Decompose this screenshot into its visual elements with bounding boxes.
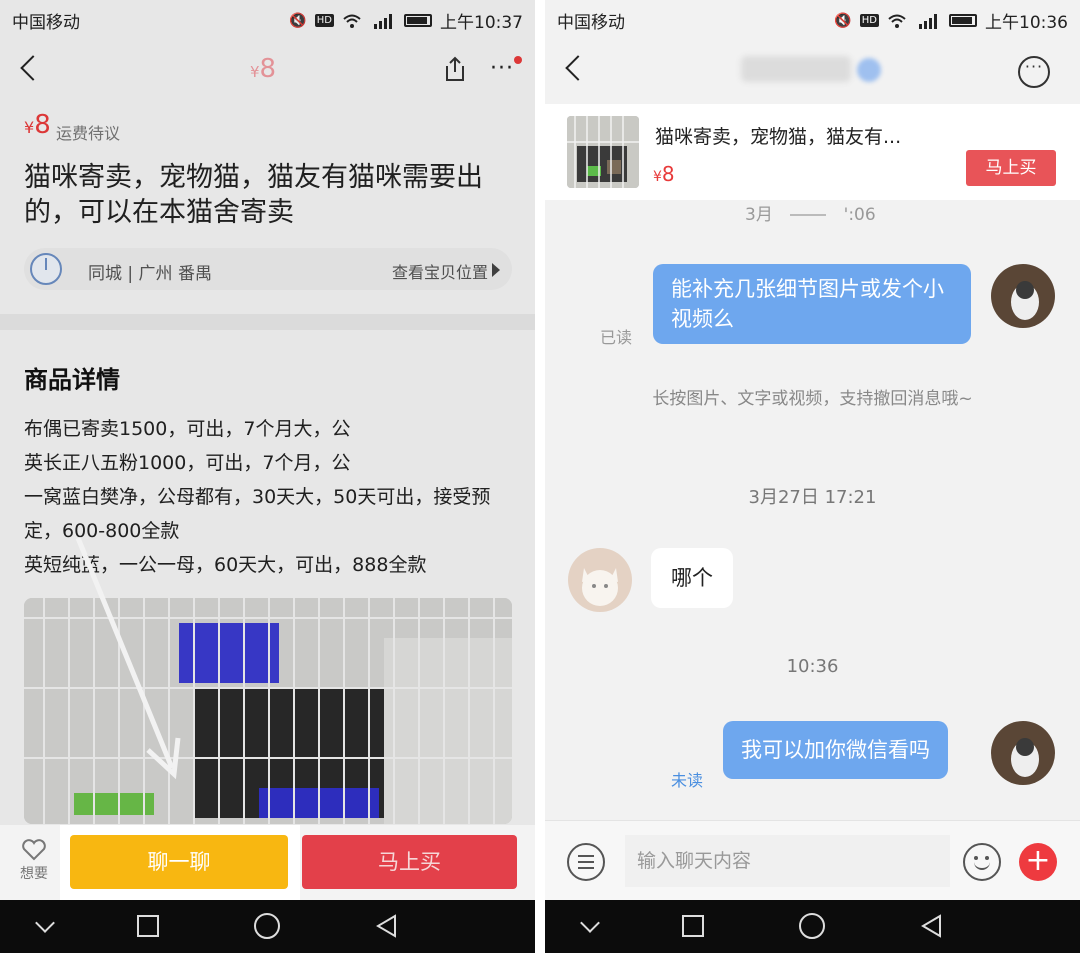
card-price: ¥8 [653,162,675,186]
want-label: 想要 [20,866,48,882]
view-location-link[interactable]: 查看宝贝位置 [392,259,488,283]
heart-icon [22,839,46,861]
unread-status: 未读 [671,771,704,790]
carrier-label: 中国移动 [12,13,80,33]
recent-apps-icon[interactable] [682,915,704,937]
nav-down-icon[interactable] [580,913,600,933]
bottom-action-bar: 想要 聊一聊 马上买 [0,825,535,900]
wifi-icon [888,14,906,28]
carrier-label: 中国移动 [557,13,625,33]
battery-icon [404,14,432,27]
status-time: 上午10:36 [985,13,1068,33]
location-bar[interactable]: 同城 | 广州 番禺 查看宝贝位置 [24,248,512,290]
hd-badge: HD [314,14,334,27]
my-avatar[interactable] [991,721,1055,785]
recent-apps-icon[interactable] [137,915,159,937]
my-message-bubble[interactable]: 能补充几张细节图片或发个小视频么 [653,264,971,344]
time-label: 3月27日 17:21 [748,487,877,508]
wifi-icon [343,14,361,28]
buy-now-button[interactable]: 马上买 [302,835,517,889]
hd-badge: HD [859,14,879,27]
back-nav-icon[interactable] [375,914,397,938]
chat-input[interactable] [625,835,950,887]
blurred-contact-name [741,56,851,82]
status-time: 上午10:37 [440,13,523,33]
detail-line: 布偶已寄卖1500，可出，7个月大，公 [24,418,351,440]
my-avatar[interactable] [991,264,1055,328]
system-nav-bar [545,900,1080,953]
card-title: 猫咪寄卖，宠物猫，猫友有... [655,126,902,148]
more-icon[interactable]: ··· [490,56,522,80]
my-message-bubble[interactable]: 我可以加你微信看吗 [723,721,948,779]
top-nav: ¥8 ··· [0,40,535,100]
chat-header: ··· [545,40,1080,100]
section-divider [0,314,535,330]
back-nav-icon[interactable] [920,914,942,938]
read-status: 已读 [600,328,633,347]
verified-badge [857,58,881,82]
signal-icon [919,13,937,29]
location-text: 同城 | 广州 番禺 [88,264,212,284]
annotation-arrow [75,537,181,780]
detail-line: 英长正八五粉1000，可出，7个月，公 [24,452,351,474]
home-icon[interactable] [254,913,280,939]
plus-icon[interactable]: + [1019,843,1057,881]
shipping-label: 运费待议 [56,124,121,143]
more-icon[interactable]: ··· [1018,56,1050,88]
back-icon[interactable] [18,54,38,84]
product-thumbnail [567,116,639,188]
want-button[interactable]: 想要 [14,839,54,883]
product-card[interactable]: 猫咪寄卖，宠物猫，猫友有... ¥8 马上买 [545,104,1080,200]
product-detail-screen: 中国移动 🔇 HD 上午10:37 ¥8 ··· ¥8 运费待议 猫咪寄卖，宠物… [0,0,535,953]
status-bar: 中国移动 🔇 HD 上午10:37 [0,0,535,36]
home-icon[interactable] [799,913,825,939]
chevron-right-icon [492,263,500,277]
product-price: ¥8 [24,110,51,140]
mute-icon: 🔇 [289,12,307,29]
details-heading: 商品详情 [24,366,120,394]
seller-avatar[interactable] [568,548,632,612]
status-icons: 🔇 HD 上午10:37 [289,8,523,34]
menu-icon[interactable] [567,843,605,881]
nav-price: ¥8 [250,54,277,84]
status-icons: 🔇 HD 上午10:36 [834,8,1068,34]
chat-button[interactable]: 聊一聊 [70,835,288,889]
chat-input-bar: + [545,820,1080,900]
card-buy-button[interactable]: 马上买 [966,150,1056,186]
nav-down-icon[interactable] [35,913,55,933]
chat-screen: 中国移动 🔇 HD 上午10:36 ··· 猫咪寄卖，宠物猫，猫友有... ¥8 [545,0,1080,953]
battery-icon [949,14,977,27]
share-icon[interactable] [443,56,467,82]
location-icon [30,253,62,285]
status-bar: 中国移动 🔇 HD 上午10:36 [545,0,1080,36]
signal-icon [374,13,392,29]
product-title: 猫咪寄卖，宠物猫，猫友有猫咪需要出的，可以在本猫舍寄卖 [24,162,483,228]
emoji-icon[interactable] [963,843,1001,881]
time-label: 10:36 [786,656,839,677]
seller-message-bubble[interactable]: 哪个 [651,548,733,608]
back-icon[interactable] [563,54,583,84]
system-nav-bar [0,900,535,953]
partial-time-label: 3月 ':06 [745,205,876,225]
system-tip: 长按图片、文字或视频，支持撤回消息哦~ [652,389,973,409]
notification-dot [513,56,522,64]
mute-icon: 🔇 [834,12,852,29]
